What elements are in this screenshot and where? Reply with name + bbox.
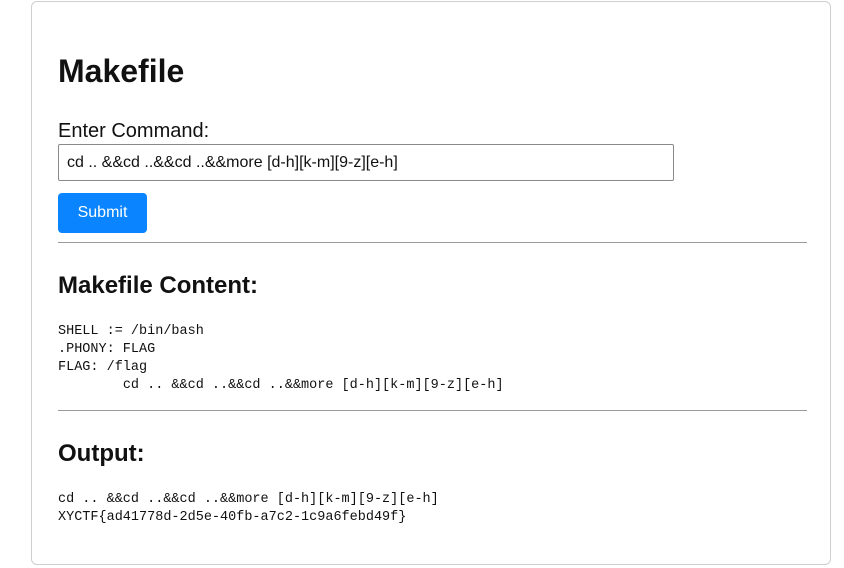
divider-bottom: [58, 410, 807, 411]
page-title: Makefile: [58, 53, 185, 89]
submit-button[interactable]: Submit: [58, 193, 147, 233]
makefile-content-heading: Makefile Content:: [58, 272, 259, 299]
command-input[interactable]: [58, 144, 674, 181]
output-heading: Output:: [58, 440, 145, 467]
makefile-content: SHELL := /bin/bash .PHONY: FLAG FLAG: /f…: [58, 324, 504, 393]
output-content: cd .. &&cd ..&&cd ..&&more [d-h][k-m][9-…: [58, 492, 439, 525]
command-label: Enter Command:: [58, 120, 210, 142]
main-card: Makefile Enter Command: Submit Makefile …: [31, 1, 831, 565]
divider-top: [58, 242, 807, 243]
